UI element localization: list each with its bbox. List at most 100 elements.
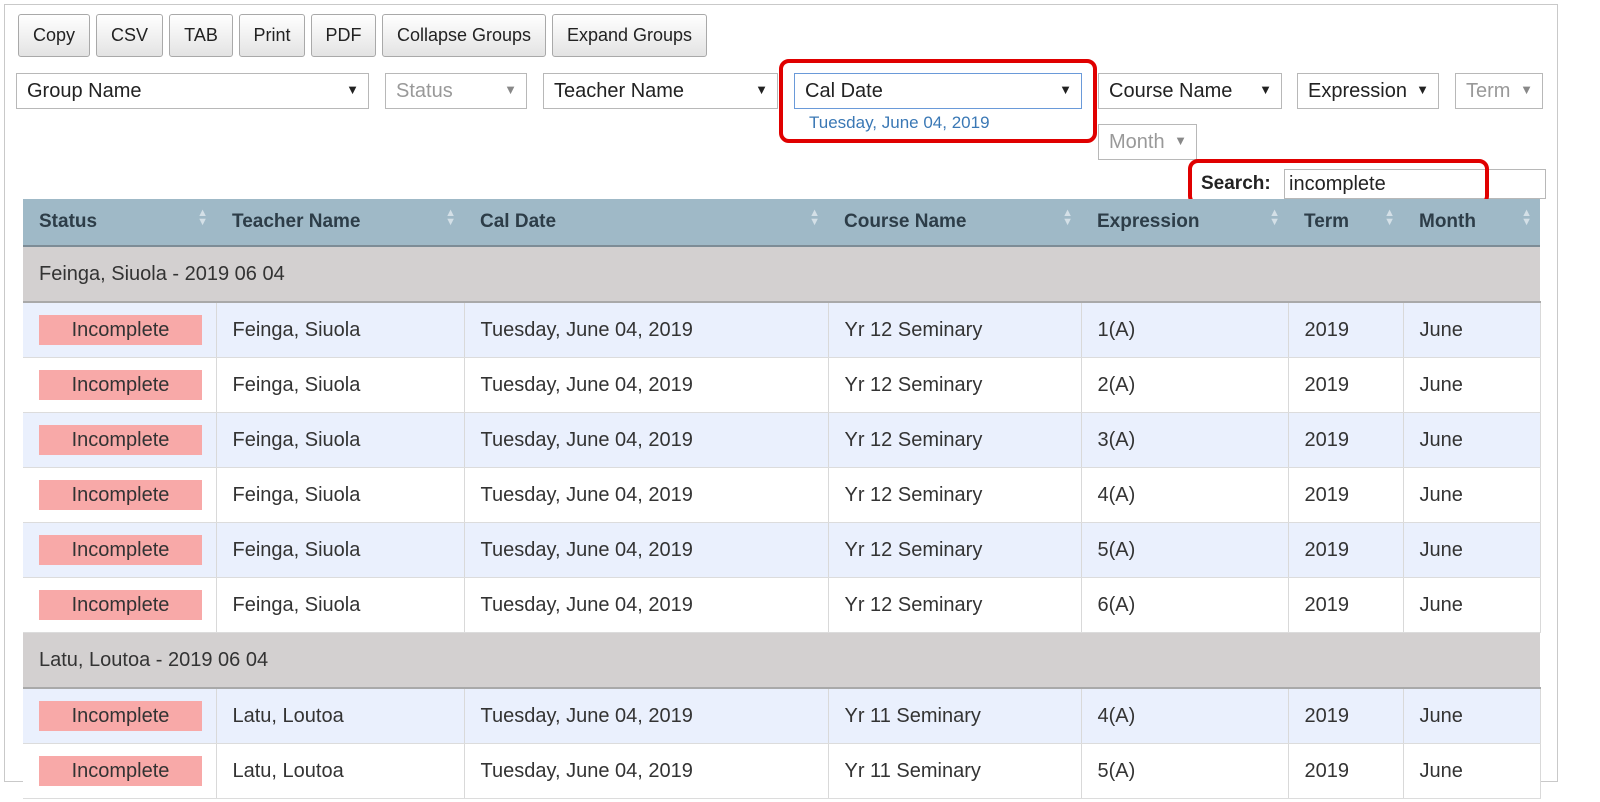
dropdown-arrow-icon: ▼ xyxy=(755,82,768,97)
collapse-groups-button[interactable]: Collapse Groups xyxy=(382,14,546,57)
cell-course-name: Yr 11 Seminary xyxy=(828,743,1082,799)
sort-icon: ▲ ▼ xyxy=(445,207,456,228)
expression-filter[interactable]: Expression ▼ xyxy=(1297,73,1439,109)
sort-icon: ▲ ▼ xyxy=(809,207,820,228)
cell-teacher-name: Feinga, Siuola xyxy=(216,577,465,633)
teacher-name-filter-label: Teacher Name xyxy=(554,79,685,102)
table-row[interactable]: Incomplete Feinga, Siuola Tuesday, June 04… xyxy=(23,357,1541,413)
table-row[interactable]: Incomplete Feinga, Siuola Tuesday, June 04… xyxy=(23,577,1541,633)
month-filter-label: Month xyxy=(1109,130,1165,153)
cell-cal-date: Tuesday, June 04, 2019 xyxy=(464,688,829,744)
table-body: Feinga, Siuola - 2019 06 04 Incomplete Fei… xyxy=(23,246,1541,799)
status-badge: Incomplete xyxy=(39,590,202,620)
group-name-filter[interactable]: Group Name ▼ xyxy=(16,73,369,109)
sort-icon: ▲ ▼ xyxy=(1521,207,1532,228)
cell-teacher-name: Feinga, Siuola xyxy=(216,467,465,523)
cal-date-highlight-box xyxy=(779,59,1097,143)
column-header-label: Month xyxy=(1419,211,1476,232)
cell-teacher-name: Latu, Loutoa xyxy=(216,688,465,744)
month-filter[interactable]: Month ▼ xyxy=(1098,124,1197,160)
cell-teacher-name: Latu, Loutoa xyxy=(216,743,465,799)
dropdown-arrow-icon: ▼ xyxy=(1416,82,1429,97)
cell-term: 2019 xyxy=(1288,577,1404,633)
table-row[interactable]: Incomplete Feinga, Siuola Tuesday, June 04… xyxy=(23,412,1541,468)
group-row[interactable]: Feinga, Siuola - 2019 06 04 xyxy=(23,246,1540,303)
table-row[interactable]: Incomplete Latu, Loutoa Tuesday, June 04, … xyxy=(23,743,1541,799)
cell-month: June xyxy=(1403,577,1541,633)
print-button[interactable]: Print xyxy=(239,14,305,57)
csv-button[interactable]: CSV xyxy=(96,14,163,57)
cell-status: Incomplete xyxy=(23,688,217,744)
cell-status: Incomplete xyxy=(23,412,217,468)
course-name-filter[interactable]: Course Name ▼ xyxy=(1098,73,1282,109)
cell-course-name: Yr 11 Seminary xyxy=(828,688,1082,744)
status-badge: Incomplete xyxy=(39,370,202,400)
column-header-month[interactable]: Month ▲ ▼ xyxy=(1403,199,1540,247)
cell-status: Incomplete xyxy=(23,302,217,358)
table-header-row: Status ▲ ▼ Teacher Name ▲ ▼ Cal Date ▲ ▼ Cours… xyxy=(23,199,1540,247)
cell-term: 2019 xyxy=(1288,302,1404,358)
course-name-filter-label: Course Name xyxy=(1109,79,1233,102)
cell-course-name: Yr 12 Seminary xyxy=(828,357,1082,413)
cell-cal-date: Tuesday, June 04, 2019 xyxy=(464,412,829,468)
table-row[interactable]: Incomplete Feinga, Siuola Tuesday, June 04… xyxy=(23,467,1541,523)
status-filter[interactable]: Status ▼ xyxy=(385,73,527,109)
column-header-cal-date[interactable]: Cal Date ▲ ▼ xyxy=(464,199,828,247)
cell-expression: 6(A) xyxy=(1081,577,1289,633)
group-title: Feinga, Siuola - 2019 06 04 xyxy=(23,246,1540,303)
expression-filter-label: Expression xyxy=(1308,79,1407,102)
status-badge: Incomplete xyxy=(39,315,202,345)
status-badge: Incomplete xyxy=(39,480,202,510)
dropdown-arrow-icon: ▼ xyxy=(504,82,517,97)
status-badge: Incomplete xyxy=(39,535,202,565)
cell-teacher-name: Feinga, Siuola xyxy=(216,302,465,358)
term-filter-label: Term xyxy=(1466,79,1511,102)
column-header-term[interactable]: Term ▲ ▼ xyxy=(1288,199,1403,247)
cell-status: Incomplete xyxy=(23,467,217,523)
column-header-label: Course Name xyxy=(844,211,967,232)
copy-button[interactable]: Copy xyxy=(18,14,90,57)
cell-term: 2019 xyxy=(1288,743,1404,799)
table-row[interactable]: Incomplete Latu, Loutoa Tuesday, June 04, … xyxy=(23,688,1541,744)
status-badge: Incomplete xyxy=(39,701,202,731)
cell-teacher-name: Feinga, Siuola xyxy=(216,357,465,413)
column-header-label: Expression xyxy=(1097,211,1200,232)
term-filter[interactable]: Term ▼ xyxy=(1455,73,1543,109)
cell-expression: 1(A) xyxy=(1081,302,1289,358)
report-table: Status ▲ ▼ Teacher Name ▲ ▼ Cal Date ▲ ▼ Cours… xyxy=(23,199,1541,799)
cell-teacher-name: Feinga, Siuola xyxy=(216,522,465,578)
expand-groups-button[interactable]: Expand Groups xyxy=(552,14,707,57)
column-header-teacher-name[interactable]: Teacher Name ▲ ▼ xyxy=(216,199,464,247)
group-name-filter-label: Group Name xyxy=(27,79,142,102)
group-row[interactable]: Latu, Loutoa - 2019 06 04 xyxy=(23,632,1540,689)
cell-cal-date: Tuesday, June 04, 2019 xyxy=(464,743,829,799)
column-header-status[interactable]: Status ▲ ▼ xyxy=(23,199,216,247)
cell-month: June xyxy=(1403,412,1541,468)
cell-cal-date: Tuesday, June 04, 2019 xyxy=(464,302,829,358)
cell-month: June xyxy=(1403,467,1541,523)
teacher-name-filter[interactable]: Teacher Name ▼ xyxy=(543,73,778,109)
table-row[interactable]: Incomplete Feinga, Siuola Tuesday, June 04… xyxy=(23,522,1541,578)
table-row[interactable]: Incomplete Feinga, Siuola Tuesday, June 04… xyxy=(23,302,1541,358)
sort-icon: ▲ ▼ xyxy=(1384,207,1395,228)
dropdown-arrow-icon: ▼ xyxy=(1174,133,1187,148)
pdf-button[interactable]: PDF xyxy=(311,14,376,57)
cell-term: 2019 xyxy=(1288,357,1404,413)
status-badge: Incomplete xyxy=(39,425,202,455)
column-header-expression[interactable]: Expression ▲ ▼ xyxy=(1081,199,1288,247)
tab-button[interactable]: TAB xyxy=(169,14,233,57)
cell-status: Incomplete xyxy=(23,522,217,578)
cell-month: June xyxy=(1403,302,1541,358)
cell-course-name: Yr 12 Seminary xyxy=(828,467,1082,523)
cell-teacher-name: Feinga, Siuola xyxy=(216,412,465,468)
cell-status: Incomplete xyxy=(23,743,217,799)
cell-status: Incomplete xyxy=(23,357,217,413)
column-header-label: Teacher Name xyxy=(232,211,361,232)
status-badge: Incomplete xyxy=(39,756,202,786)
column-header-course-name[interactable]: Course Name ▲ ▼ xyxy=(828,199,1081,247)
dropdown-arrow-icon: ▼ xyxy=(1259,82,1272,97)
cell-expression: 5(A) xyxy=(1081,522,1289,578)
cell-month: June xyxy=(1403,743,1541,799)
cell-month: June xyxy=(1403,357,1541,413)
cell-expression: 4(A) xyxy=(1081,688,1289,744)
